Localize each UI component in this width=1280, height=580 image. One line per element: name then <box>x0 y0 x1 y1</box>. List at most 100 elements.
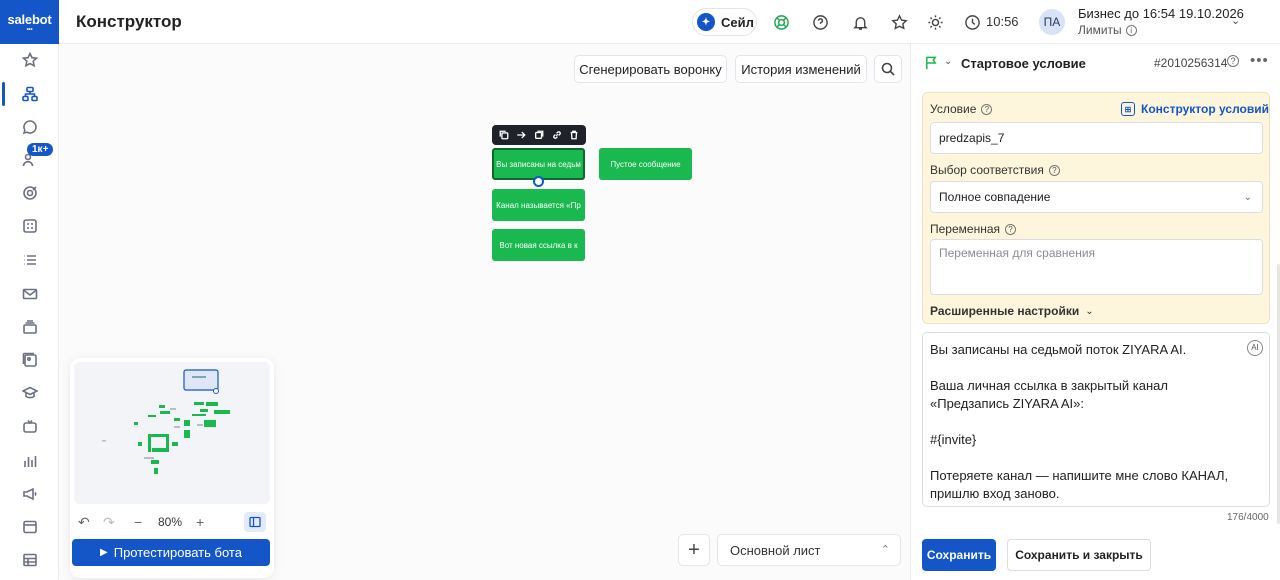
clock-icon <box>962 12 982 32</box>
flow-node[interactable]: Вот новая ссылка в к <box>492 229 585 261</box>
condition-input[interactable]: predzapis_7 <box>930 122 1263 154</box>
message-editor[interactable]: Вы записаны на седьмой поток ZIYARA AI. … <box>922 332 1270 507</box>
condition-label: Условие <box>930 102 977 116</box>
undo-icon[interactable]: ↶ <box>78 514 90 531</box>
favorite-star-icon[interactable] <box>889 12 909 32</box>
variable-label: Переменная <box>930 222 1000 236</box>
image-stack-icon[interactable] <box>0 346 59 374</box>
top-bar: Конструктор ✦ Сейл 10:56 ПА Бизнес до 16… <box>59 0 1280 44</box>
generate-funnel-button[interactable]: Сгенерировать воронку <box>574 55 727 83</box>
zoom-in-icon[interactable]: + <box>196 514 204 530</box>
chevron-down-icon[interactable]: ⌄ <box>944 56 952 67</box>
redo-icon[interactable]: ↷ <box>103 514 115 531</box>
more-icon[interactable]: ••• <box>1250 52 1269 69</box>
help-icon[interactable]: ? <box>1227 55 1239 67</box>
chat-icon[interactable] <box>0 113 59 141</box>
sitemap-icon[interactable] <box>0 80 59 108</box>
copy-icon[interactable] <box>498 129 510 141</box>
zoom-out-icon[interactable]: − <box>134 514 142 530</box>
link-icon[interactable] <box>551 129 563 141</box>
browser-icon[interactable] <box>0 513 59 541</box>
bell-icon[interactable] <box>850 12 870 32</box>
arrow-right-icon[interactable] <box>515 129 527 141</box>
flow-node[interactable]: Пустое сообщение <box>599 148 692 180</box>
match-label-row: Выбор соответствия ? <box>930 163 1060 177</box>
message-line: Потеряете канал — напишите мне слово КАН… <box>930 468 1229 483</box>
users-icon[interactable]: 1к+ <box>0 143 59 174</box>
node-id[interactable]: #2010256314 <box>1154 56 1227 70</box>
play-icon: ▶ <box>100 547 108 558</box>
advanced-settings-toggle[interactable]: Расширенные настройки ⌄ <box>930 304 1094 318</box>
node-settings-panel: ⌄ Стартовое условие #2010256314 ? ••• Ус… <box>910 44 1280 580</box>
info-icon: i <box>1125 24 1137 36</box>
sun-theme-icon[interactable] <box>925 12 945 32</box>
message-line: Вы записаны на седьмой поток ZIYARA AI. <box>930 342 1187 357</box>
graduation-icon[interactable] <box>0 379 59 407</box>
minimap-panel: ↶ ↷ − 80% + ▶ Протестировать бота <box>70 358 274 578</box>
sale-button[interactable]: ✦ Сейл <box>692 8 757 36</box>
flow-node[interactable]: Канал называется «Пр <box>492 189 585 221</box>
help-icon[interactable]: ? <box>1005 223 1016 235</box>
left-sidebar: salebot ••• 1к+ <box>0 0 59 580</box>
salebot-logo[interactable]: salebot ••• <box>0 0 59 44</box>
char-counter: 176/4000 <box>1227 512 1269 523</box>
message-line: #{invite} <box>930 432 977 447</box>
megaphone-icon[interactable] <box>0 480 59 508</box>
sale-label: Сейл <box>721 14 754 30</box>
sheet-select[interactable]: Основной лист ⌃ <box>717 534 901 566</box>
node-connector-handle[interactable] <box>533 176 544 187</box>
grid-icon[interactable] <box>0 212 59 240</box>
chevron-up-icon: ⌃ <box>880 544 890 556</box>
search-button[interactable] <box>874 55 902 83</box>
help-icon[interactable]: ? <box>981 103 993 115</box>
panel-header: ⌄ Стартовое условие #2010256314 ? ••• <box>911 44 1280 82</box>
condition-builder-label: Конструктор условий <box>1141 102 1269 116</box>
limits-label: Лимиты <box>1078 23 1122 37</box>
avatar[interactable]: ПА <box>1039 9 1065 35</box>
limits-link[interactable]: Лимиты i <box>1078 23 1137 37</box>
test-bot-button[interactable]: ▶ Протестировать бота <box>72 539 270 566</box>
chevron-down-icon: ⌄ <box>1085 305 1094 317</box>
mail-icon[interactable] <box>0 280 59 308</box>
zoom-level: 80% <box>158 515 183 529</box>
add-sheet-button[interactable]: + <box>678 534 710 566</box>
layers-icon[interactable] <box>0 313 59 341</box>
page-title: Конструктор <box>76 12 182 31</box>
list-icon[interactable] <box>0 246 59 274</box>
account-chevron-down-icon[interactable]: ⌄ <box>1231 14 1240 27</box>
save-and-close-button[interactable]: Сохранить и закрыть <box>1007 539 1151 571</box>
target-icon[interactable] <box>0 179 59 207</box>
layout-toggle-icon[interactable] <box>244 512 266 532</box>
variable-textarea[interactable]: Переменная для сравнения <box>930 239 1263 295</box>
star-icon[interactable] <box>0 46 59 74</box>
flag-icon <box>924 55 939 75</box>
search-icon <box>881 62 895 76</box>
ai-assist-icon[interactable]: AI <box>1247 340 1263 356</box>
chevron-down-icon: ⌄ <box>1243 191 1252 203</box>
help-icon[interactable] <box>810 12 830 32</box>
plus-icon: + <box>688 538 700 561</box>
minimap-view[interactable] <box>74 362 270 504</box>
support-lifebuoy-icon[interactable] <box>771 12 791 32</box>
duplicate-icon[interactable] <box>533 129 545 141</box>
history-button[interactable]: История изменений <box>735 55 867 83</box>
flow-canvas[interactable]: Сгенерировать воронку История изменений … <box>59 44 910 580</box>
match-value: Полное совпадение <box>939 190 1051 204</box>
users-badge: 1к+ <box>27 143 54 156</box>
test-bot-label: Протестировать бота <box>113 545 242 560</box>
help-icon[interactable]: ? <box>1048 164 1060 176</box>
clock-time: 10:56 <box>986 14 1019 29</box>
condition-builder-link[interactable]: ⊞ Конструктор условий <box>1121 102 1269 116</box>
match-select[interactable]: Полное совпадение ⌄ <box>930 181 1263 213</box>
plan-status: Бизнес до 16:54 19.10.2026 <box>1078 6 1244 21</box>
tv-icon[interactable] <box>0 413 59 441</box>
advanced-settings-label: Расширенные настройки <box>930 304 1080 318</box>
condition-section: Условие ? ⊞ Конструктор условий predzapi… <box>922 92 1270 324</box>
trash-icon[interactable] <box>568 129 580 141</box>
table-icon[interactable] <box>0 546 59 574</box>
builder-icon: ⊞ <box>1121 102 1135 116</box>
condition-label-row: Условие ? <box>930 102 993 116</box>
message-line <box>930 359 1262 377</box>
save-button[interactable]: Сохранить <box>922 539 996 571</box>
bar-chart-icon[interactable] <box>0 447 59 475</box>
